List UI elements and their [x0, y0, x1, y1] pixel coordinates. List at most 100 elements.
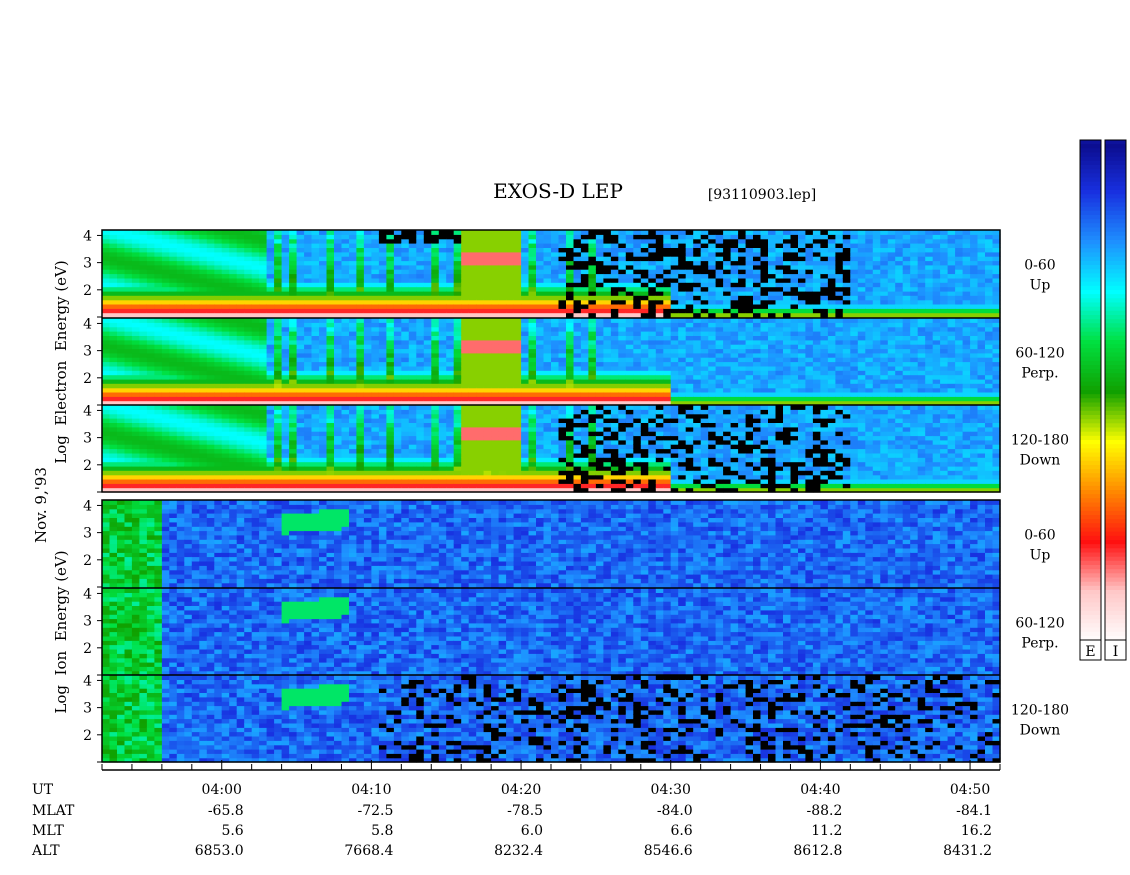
heatmap-cell — [139, 303, 148, 309]
heatmap-cell — [334, 370, 343, 376]
heatmap-cell — [633, 295, 642, 301]
heatmap-cell — [326, 331, 335, 336]
heatmap-cell — [902, 295, 911, 301]
heatmap-cell — [363, 282, 372, 288]
heatmap-cell — [326, 322, 335, 328]
heatmap-cell — [932, 331, 941, 336]
heatmap-cell — [925, 290, 934, 296]
heatmap-cell — [154, 290, 163, 296]
heatmap-cell — [708, 290, 717, 296]
heatmap-cell — [146, 344, 155, 350]
heatmap-cell — [775, 370, 784, 376]
heatmap-cell — [161, 465, 170, 471]
heatmap-cell — [798, 391, 807, 397]
heatmap-cell — [199, 234, 208, 240]
heatmap-cell — [349, 290, 358, 296]
heatmap-cell — [708, 299, 717, 305]
heatmap-cell — [910, 326, 919, 332]
heatmap-cell — [783, 383, 792, 389]
heatmap-cell — [319, 264, 328, 270]
heatmap-cell — [154, 478, 163, 484]
heatmap-cell — [970, 335, 979, 341]
heatmap-cell — [783, 370, 792, 376]
heatmap-cell — [783, 374, 792, 380]
heatmap-cell — [124, 282, 133, 288]
heatmap-cell — [985, 303, 994, 309]
heatmap-cell — [401, 383, 410, 389]
heatmap-cell — [341, 378, 350, 384]
heatmap-cell — [139, 251, 148, 257]
heatmap-cell — [633, 243, 642, 248]
heatmap-cell — [663, 234, 672, 240]
heatmap-cell — [184, 378, 193, 384]
heatmap-cell — [962, 348, 971, 354]
heatmap-cell — [625, 312, 634, 318]
heatmap-cell — [386, 269, 395, 275]
heatmap-cell — [468, 251, 477, 257]
heatmap-cell — [446, 290, 455, 296]
heatmap-cell — [378, 391, 387, 397]
heatmap-cell — [274, 308, 283, 314]
heatmap-cell — [715, 256, 724, 262]
heatmap-cell — [191, 299, 200, 305]
heatmap-cell — [947, 352, 956, 358]
heatmap-cell — [146, 286, 155, 292]
heatmap-cell — [206, 290, 215, 296]
heatmap-cell — [184, 269, 193, 275]
heatmap-cell — [962, 256, 971, 262]
heatmap-cell — [266, 264, 275, 270]
heatmap-cell — [595, 312, 604, 318]
heatmap-cell — [955, 348, 964, 354]
heatmap-cell — [326, 370, 335, 376]
heatmap-cell — [274, 282, 283, 288]
heatmap-cell — [438, 295, 447, 301]
heatmap-cell — [566, 256, 575, 262]
heatmap-cell — [289, 339, 298, 345]
heatmap-cell — [109, 391, 118, 397]
heatmap-cell — [506, 391, 515, 397]
heatmap-cell — [161, 348, 170, 354]
heatmap-cell — [393, 243, 402, 248]
heatmap-cell — [289, 282, 298, 288]
heatmap-cell — [236, 335, 245, 341]
heatmap-cell — [131, 409, 140, 415]
heatmap-cell — [603, 312, 612, 318]
heatmap-cell — [259, 290, 268, 296]
heatmap-cell — [558, 370, 567, 376]
heatmap-cell — [131, 308, 140, 314]
heatmap-cell — [745, 365, 754, 371]
heatmap-cell — [880, 269, 889, 275]
heatmap-cell — [117, 465, 126, 471]
heatmap-cell — [528, 308, 537, 314]
heatmap-cell — [311, 391, 320, 397]
heatmap-cell — [378, 312, 387, 318]
heatmap-cell — [289, 378, 298, 384]
heatmap-cell — [610, 391, 619, 397]
heatmap-cell — [191, 396, 200, 402]
heatmap-cell — [723, 370, 732, 376]
heatmap-cell — [640, 264, 649, 270]
heatmap-cell — [573, 290, 582, 296]
heatmap-cell — [236, 260, 245, 266]
heatmap-cell — [483, 361, 492, 367]
heatmap-cell — [551, 344, 560, 350]
heatmap-cell — [349, 391, 358, 397]
heatmap-cell — [296, 378, 305, 384]
heatmap-cell — [895, 331, 904, 336]
heatmap-cell — [513, 247, 522, 253]
heatmap-cell — [184, 312, 193, 318]
heatmap-cell — [610, 312, 619, 318]
heatmap-cell — [985, 378, 994, 384]
heatmap-cell — [401, 247, 410, 253]
heatmap-cell — [708, 322, 717, 328]
heatmap-cell — [558, 331, 567, 336]
heatmap-cell — [610, 361, 619, 367]
heatmap-cell — [730, 269, 739, 275]
heatmap-cell — [820, 243, 829, 248]
heatmap-cell — [955, 277, 964, 283]
heatmap-cell — [259, 247, 268, 253]
heatmap-cell — [678, 383, 687, 389]
heatmap-cell — [865, 299, 874, 305]
heatmap-cell — [304, 378, 313, 384]
heatmap-cell — [760, 335, 769, 341]
